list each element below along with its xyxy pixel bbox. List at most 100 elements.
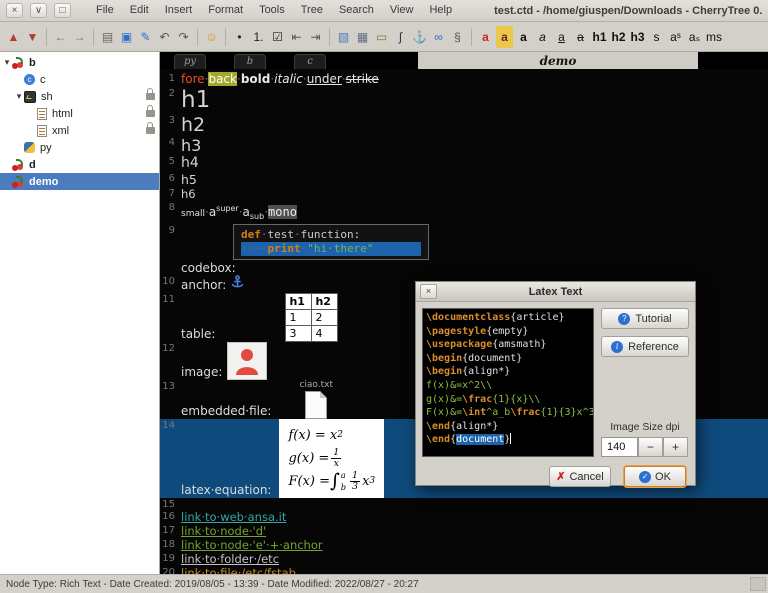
close-icon[interactable]: × <box>6 3 23 18</box>
table-cell: 4 <box>312 326 338 342</box>
indent-more-icon[interactable]: ⇥ <box>307 26 324 48</box>
small-text-icon[interactable]: s <box>648 26 665 48</box>
node-icon <box>37 108 47 120</box>
smiley-icon[interactable]: ☺ <box>203 26 220 48</box>
menu-format[interactable]: Format <box>200 0 251 21</box>
tree-node-d[interactable]: d <box>0 156 159 173</box>
dialog-close-icon[interactable]: × <box>420 284 437 299</box>
link-to-web-ansa[interactable]: link·to·web·ansa.it <box>181 511 286 525</box>
link-to-node-e-anchor[interactable]: link·to·node·'e'·+·anchor <box>181 539 323 553</box>
toggle-tree-icon[interactable]: ▤ <box>99 26 116 48</box>
anchor-icon[interactable] <box>231 275 244 293</box>
dialog-footer: ✗Cancel ✓OK <box>416 463 695 487</box>
subscript-icon[interactable]: aₛ <box>686 26 703 48</box>
attach-file-icon[interactable]: § <box>449 26 466 48</box>
reference-button[interactable]: Reference <box>601 336 689 357</box>
tree-node-label: c <box>40 74 46 86</box>
foreground-color-icon[interactable]: a <box>477 26 494 48</box>
tree-node-html[interactable]: html <box>0 105 159 122</box>
menu-view[interactable]: View <box>382 0 422 21</box>
strikethrough-icon[interactable]: a <box>572 26 589 48</box>
tree-node-xml[interactable]: xml <box>0 122 159 139</box>
insert-image-icon[interactable]: ▧ <box>335 26 352 48</box>
save-icon[interactable]: ▣ <box>118 26 135 48</box>
menu-insert[interactable]: Insert <box>157 0 201 21</box>
menu-edit[interactable]: Edit <box>122 0 157 21</box>
code-run: "hi·there" <box>307 242 373 255</box>
latex-code-run: {1}{x}\\ <box>492 394 540 405</box>
maximize-icon[interactable]: □ <box>54 3 71 18</box>
bold-icon[interactable]: a <box>515 26 532 48</box>
tree-node-c[interactable]: cc <box>0 71 159 88</box>
header-node-py[interactable]: py <box>174 54 206 69</box>
tree-node-sh[interactable]: sh <box>0 88 159 105</box>
line-number: 9 <box>160 224 181 238</box>
insert-link-icon[interactable]: ∞ <box>430 26 447 48</box>
background-color-icon[interactable]: a <box>496 26 513 48</box>
dpi-value-field[interactable]: 140 <box>601 437 638 457</box>
file-name: ciao.txt <box>299 380 333 391</box>
ok-button[interactable]: ✓OK <box>624 466 686 487</box>
header-node-c[interactable]: c <box>294 54 326 69</box>
h1-icon[interactable]: h1 <box>591 26 608 48</box>
node-up-icon[interactable]: ▲ <box>5 26 22 48</box>
underline-icon[interactable]: a <box>553 26 570 48</box>
italic-icon[interactable]: a <box>534 26 551 48</box>
h2-icon[interactable]: h2 <box>610 26 627 48</box>
menu-file[interactable]: File <box>88 0 122 21</box>
embedded-table[interactable]: h1h2 1234 <box>285 293 338 342</box>
insert-latex-icon[interactable]: ∫ <box>392 26 409 48</box>
superscript-icon[interactable]: aˢ <box>667 26 684 48</box>
embedded-image[interactable] <box>227 342 267 380</box>
latex-code-run: {empty} <box>486 326 528 337</box>
undo-icon[interactable]: ↶ <box>156 26 173 48</box>
tutorial-button[interactable]: Tutorial <box>601 308 689 329</box>
text-run: bold <box>241 72 271 86</box>
resize-grip[interactable] <box>750 577 766 591</box>
go-forward-icon[interactable]: → <box>71 26 88 48</box>
menu-search[interactable]: Search <box>331 0 382 21</box>
save-as-icon[interactable]: ✎ <box>137 26 154 48</box>
todo-list-icon[interactable]: ☑ <box>269 26 286 48</box>
line-number: 13 <box>160 380 181 394</box>
line-number: 12 <box>160 342 181 356</box>
node-down-icon[interactable]: ▼ <box>24 26 41 48</box>
tutorial-icon <box>618 313 630 325</box>
redo-icon[interactable]: ↷ <box>175 26 192 48</box>
tree-node-py[interactable]: py <box>0 139 159 156</box>
table-row: 34 <box>286 326 338 342</box>
menu-help[interactable]: Help <box>421 0 460 21</box>
latex-source-editor[interactable]: \documentclass{article}\pagestyle{empty}… <box>422 308 594 457</box>
latex-image[interactable]: f(x) = x2 g(x) = 1x F(x) = ∫ab13x3 <box>279 419 384 498</box>
indent-less-icon[interactable]: ⇤ <box>288 26 305 48</box>
minimize-icon[interactable]: ∨ <box>30 3 47 18</box>
dialog-title: Latex Text <box>437 286 674 298</box>
cancel-button[interactable]: ✗Cancel <box>549 466 611 487</box>
expander-icon[interactable] <box>2 57 12 68</box>
tree-node-demo[interactable]: demo <box>0 173 159 190</box>
expander-icon[interactable] <box>14 91 24 102</box>
link-to-folder-etc[interactable]: link·to·folder·/etc <box>181 553 279 567</box>
header-node-b[interactable]: b <box>234 54 266 69</box>
link-to-file-fstab[interactable]: link·to·file·/etc/fstab <box>181 567 296 575</box>
insert-codebox-icon[interactable]: ▭ <box>373 26 390 48</box>
editor-line: 4h3 <box>160 136 768 155</box>
latex-source-line: \usepackage{amsmath} <box>426 338 590 352</box>
latex-code-run: f(x)&=x^2\\ <box>426 380 492 391</box>
h3-icon[interactable]: h3 <box>629 26 646 48</box>
menu-tools[interactable]: Tools <box>251 0 293 21</box>
embedded-file[interactable]: ciao.txt <box>299 380 333 419</box>
go-back-icon[interactable]: ← <box>52 26 69 48</box>
bulleted-list-icon[interactable]: • <box>231 26 248 48</box>
menu-tree[interactable]: Tree <box>293 0 331 21</box>
numbered-list-icon[interactable]: 1. <box>250 26 267 48</box>
link-to-node-d[interactable]: link·to·node·'d' <box>181 525 266 539</box>
codebox[interactable]: def·test·function:····print·"hi·there" <box>233 224 429 260</box>
insert-table-icon[interactable]: ▦ <box>354 26 371 48</box>
dpi-increase-button[interactable]: + <box>663 437 688 457</box>
tree-node-b[interactable]: b <box>0 54 159 71</box>
monospace-icon[interactable]: ms <box>705 26 723 48</box>
table-header-cell: h1 <box>286 294 312 310</box>
insert-anchor-icon[interactable]: ⚓ <box>411 26 428 48</box>
dpi-decrease-button[interactable]: − <box>638 437 663 457</box>
